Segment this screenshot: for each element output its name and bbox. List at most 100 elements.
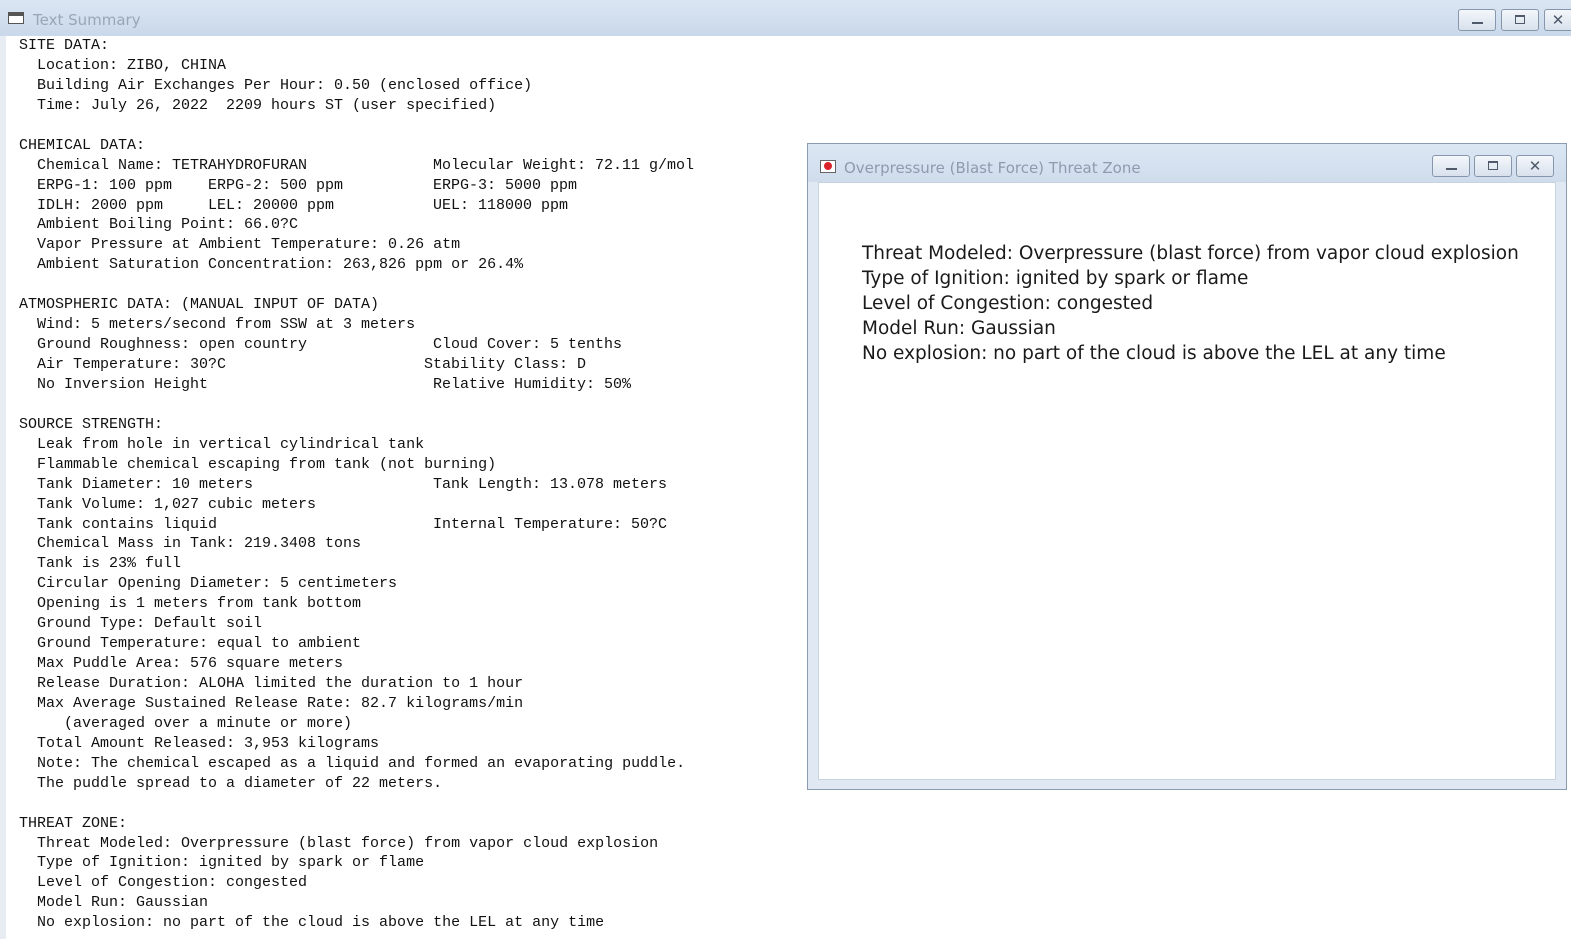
summary-line-text: Leak from hole in vertical cylindrical t… xyxy=(19,435,425,453)
summary-line-text: Tank Volume: 1,027 cubic meters xyxy=(19,495,317,513)
summary-line-text: Tank is 23% full xyxy=(19,555,182,573)
threat-maximize-button[interactable] xyxy=(1474,155,1512,177)
summary-line: Ambient Saturation Concentration: 263,82… xyxy=(19,255,685,275)
summary-line-text: The puddle spread to a diameter of 22 me… xyxy=(19,774,443,792)
summary-line: Circular Opening Diameter: 5 centimeters xyxy=(19,574,685,594)
summary-line-text: Threat Modeled: Overpressure (blast forc… xyxy=(19,834,659,852)
summary-line xyxy=(19,794,685,814)
threat-zone-window[interactable]: Overpressure (Blast Force) Threat Zone ✕… xyxy=(807,143,1567,790)
summary-line-text: Opening is 1 meters from tank bottom xyxy=(19,595,362,613)
summary-line-text: Ground Temperature: equal to ambient xyxy=(19,635,362,653)
summary-line: Release Duration: ALOHA limited the dura… xyxy=(19,674,685,694)
threat-zone-line: Type of Ignition: ignited by spark or fl… xyxy=(862,268,1249,289)
summary-line-col2: ERPG-3: 5000 ppm xyxy=(433,176,578,194)
summary-line-text: Tank Diameter: 10 meters xyxy=(19,475,254,493)
threat-zone-line: Threat Modeled: Overpressure (blast forc… xyxy=(862,243,1519,264)
summary-line-text: Location: ZIBO, CHINA xyxy=(19,56,227,74)
summary-line: Building Air Exchanges Per Hour: 0.50 (e… xyxy=(19,76,685,96)
main-minimize-button[interactable] xyxy=(1458,9,1496,31)
summary-line xyxy=(19,275,685,295)
summary-line: CHEMICAL DATA: xyxy=(19,136,685,156)
summary-line-text: Total Amount Released: 3,953 kilograms xyxy=(19,734,380,752)
summary-line-text: Ambient Boiling Point: 66.0?C xyxy=(19,216,299,234)
summary-line-text: Max Puddle Area: 576 square meters xyxy=(19,655,344,673)
threat-close-button[interactable]: ✕ xyxy=(1516,155,1554,177)
summary-line: Wind: 5 meters/second from SSW at 3 mete… xyxy=(19,315,685,335)
text-window-icon[interactable] xyxy=(8,12,24,24)
summary-line: ATMOSPHERIC DATA: (MANUAL INPUT OF DATA) xyxy=(19,295,685,315)
summary-line: Flammable chemical escaping from tank (n… xyxy=(19,455,685,475)
summary-line-text: Chemical Name: TETRAHYDROFURAN xyxy=(19,156,308,174)
summary-line-col2: Relative Humidity: 50% xyxy=(433,375,632,393)
summary-line xyxy=(19,395,685,415)
summary-line-text: ATMOSPHERIC DATA: (MANUAL INPUT OF DATA) xyxy=(19,296,380,314)
summary-line: Ambient Boiling Point: 66.0?C xyxy=(19,215,685,235)
summary-line: Tank Volume: 1,027 cubic meters xyxy=(19,495,685,515)
summary-line: Tank is 23% full xyxy=(19,554,685,574)
threat-zone-line: No explosion: no part of the cloud is ab… xyxy=(862,343,1446,364)
summary-line: No explosion: no part of the cloud is ab… xyxy=(19,913,685,933)
main-close-button[interactable]: ✕ xyxy=(1544,9,1571,31)
summary-line-text: Building Air Exchanges Per Hour: 0.50 (e… xyxy=(19,76,533,94)
summary-line: THREAT ZONE: xyxy=(19,814,685,834)
summary-line: Location: ZIBO, CHINA xyxy=(19,56,685,76)
summary-line-text: SOURCE STRENGTH: xyxy=(19,415,164,433)
summary-line-col2: Molecular Weight: 72.11 g/mol xyxy=(433,156,695,174)
summary-line: Chemical Mass in Tank: 219.3408 tons xyxy=(19,534,685,554)
threat-zone-text: Threat Modeled: Overpressure (blast forc… xyxy=(862,241,1519,366)
summary-line-text: Ground Type: Default soil xyxy=(19,615,263,633)
minimize-icon xyxy=(1472,22,1483,24)
summary-line-text: Level of Congestion: congested xyxy=(19,874,308,892)
threat-zone-titlebar[interactable]: Overpressure (Blast Force) Threat Zone ✕ xyxy=(808,144,1566,182)
summary-line: ERPG-1: 100 ppm ERPG-2: 500 ppm ERPG-3: 5… xyxy=(19,176,685,196)
summary-line-text: IDLH: 2000 ppm LEL: 20000 ppm xyxy=(19,196,335,214)
summary-line-col2: UEL: 118000 ppm xyxy=(433,196,569,214)
minimize-icon xyxy=(1446,168,1457,170)
maximize-icon xyxy=(1515,15,1525,24)
main-maximize-button[interactable] xyxy=(1501,9,1539,31)
close-icon: ✕ xyxy=(1551,11,1565,29)
summary-line-col2: Cloud Cover: 5 tenths xyxy=(433,336,623,354)
summary-line-col2: Stability Class: D xyxy=(424,356,587,373)
summary-line: Ground Type: Default soil xyxy=(19,614,685,634)
summary-line: Vapor Pressure at Ambient Temperature: 0… xyxy=(19,235,685,255)
summary-line-text: No explosion: no part of the cloud is ab… xyxy=(19,914,605,932)
summary-line-text: Chemical Mass in Tank: 219.3408 tons xyxy=(19,535,362,553)
summary-line: Air Temperature: 30?C Stability Class: D xyxy=(19,355,685,375)
summary-line: Level of Congestion: congested xyxy=(19,873,685,893)
threat-minimize-button[interactable] xyxy=(1432,155,1470,177)
summary-line: Max Average Sustained Release Rate: 82.7… xyxy=(19,694,685,714)
summary-line-text: THREAT ZONE: xyxy=(19,814,128,832)
summary-line-text: Model Run: Gaussian xyxy=(19,894,209,912)
summary-line-text: Tank contains liquid xyxy=(19,515,218,533)
summary-line-text: Max Average Sustained Release Rate: 82.7… xyxy=(19,694,524,712)
close-icon: ✕ xyxy=(1528,157,1542,175)
summary-text: SITE DATA: Location: ZIBO, CHINA Buildin… xyxy=(19,36,694,933)
summary-line: Total Amount Released: 3,953 kilograms xyxy=(19,734,685,754)
summary-line: Tank contains liquid Internal Temperature… xyxy=(19,515,685,535)
summary-line-text: ERPG-1: 100 ppm ERPG-2: 500 ppm xyxy=(19,176,344,194)
main-window-title: Text Summary xyxy=(33,11,141,29)
summary-line: The puddle spread to a diameter of 22 me… xyxy=(19,774,685,794)
aloha-threat-icon[interactable] xyxy=(820,160,836,173)
summary-line: (averaged over a minute or more) xyxy=(19,714,685,734)
threat-zone-line: Model Run: Gaussian xyxy=(862,318,1056,339)
summary-line-text: Vapor Pressure at Ambient Temperature: 0… xyxy=(19,236,461,254)
summary-line: IDLH: 2000 ppm LEL: 20000 ppm UEL: 118000… xyxy=(19,196,685,216)
summary-line-text: CHEMICAL DATA: xyxy=(19,136,146,154)
summary-line xyxy=(19,116,685,136)
summary-line-text: Circular Opening Diameter: 5 centimeters xyxy=(19,575,398,593)
summary-line: SITE DATA: xyxy=(19,36,685,56)
summary-line: Note: The chemical escaped as a liquid a… xyxy=(19,754,685,774)
summary-line-text: Flammable chemical escaping from tank (n… xyxy=(19,455,497,473)
summary-line-text: Ambient Saturation Concentration: 263,82… xyxy=(19,256,524,274)
main-titlebar[interactable]: Text Summary ✕ xyxy=(0,0,1571,37)
summary-line-text: Time: July 26, 2022 2209 hours ST (user … xyxy=(19,96,497,114)
summary-line: Tank Diameter: 10 meters Tank Length: 13.… xyxy=(19,475,685,495)
summary-line: Type of Ignition: ignited by spark or fl… xyxy=(19,853,685,873)
threat-zone-line: Level of Congestion: congested xyxy=(862,293,1154,314)
summary-line: Ground Temperature: equal to ambient xyxy=(19,634,685,654)
summary-line-text: Type of Ignition: ignited by spark or fl… xyxy=(19,854,425,872)
summary-line-text: SITE DATA: xyxy=(19,37,110,54)
summary-line: No Inversion Height Relative Humidity: 50… xyxy=(19,375,685,395)
